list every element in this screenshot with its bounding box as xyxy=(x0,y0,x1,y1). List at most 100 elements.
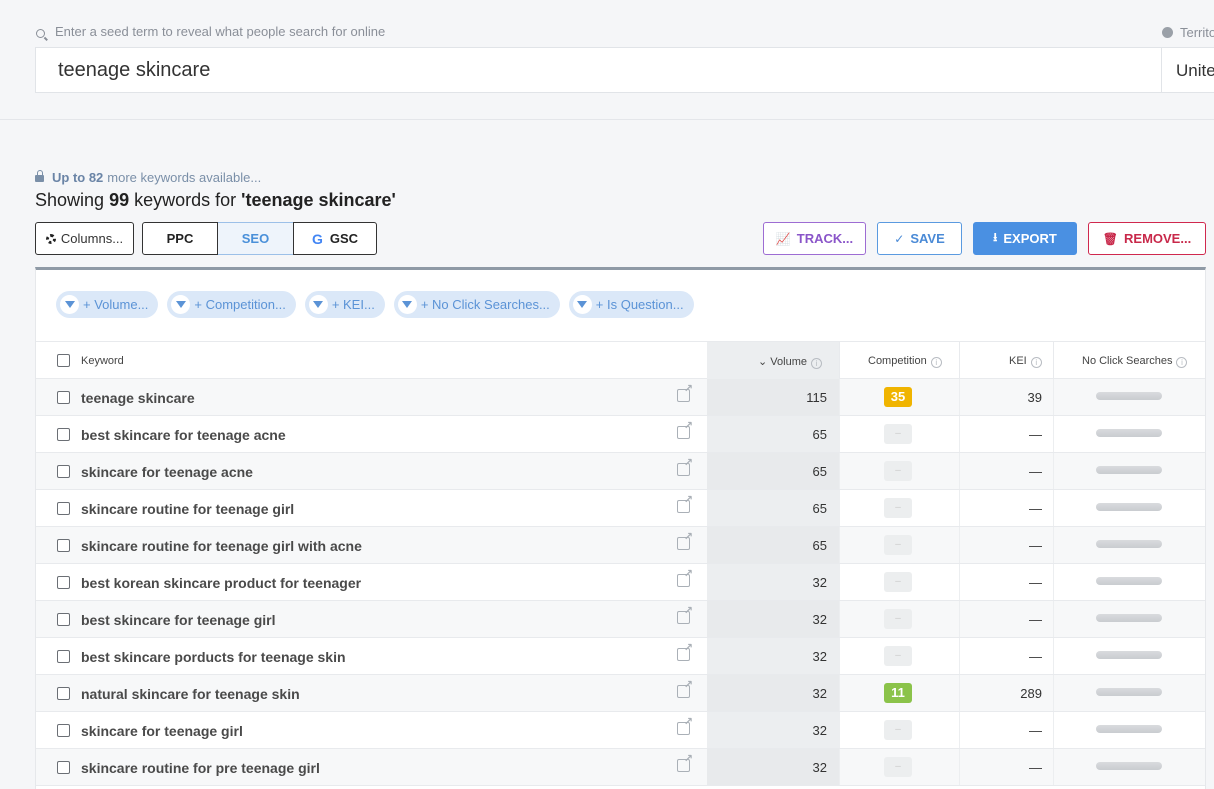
export-button[interactable]: ⭳ EXPORT xyxy=(973,222,1077,255)
kei-value: 289 xyxy=(1020,686,1042,701)
column-separator xyxy=(959,638,960,674)
filter-no-click-searches[interactable]: + No Click Searches... xyxy=(393,291,560,318)
kei-value: — xyxy=(1029,427,1042,442)
save-label: SAVE xyxy=(910,231,945,246)
no-click-searches-bar xyxy=(1096,429,1162,437)
keyword-text[interactable]: best skincare porducts for teenage skin xyxy=(81,649,346,665)
keyword-text[interactable]: best korean skincare product for teenage… xyxy=(81,575,361,591)
tab-gsc[interactable]: G GSC xyxy=(293,222,377,255)
external-link-icon[interactable] xyxy=(677,752,693,772)
external-link-icon[interactable] xyxy=(677,604,693,624)
filter-label: + No Click Searches... xyxy=(420,297,550,312)
track-label: TRACK... xyxy=(796,231,854,246)
column-separator xyxy=(839,712,840,748)
more-keywords-available[interactable]: Up to 82 more keywords available... xyxy=(35,170,261,185)
filter-label: + Is Question... xyxy=(595,297,684,312)
volume-value: 32 xyxy=(812,723,827,738)
header-no-click-searches[interactable]: No Click Searches i xyxy=(1082,355,1188,368)
header-keyword[interactable]: Keyword xyxy=(81,355,124,367)
more-text: more keywords available... xyxy=(107,170,262,185)
table-row[interactable]: best skincare porducts for teenage skin … xyxy=(36,638,1205,675)
column-separator xyxy=(959,749,960,785)
seed-term-input[interactable] xyxy=(35,47,1162,93)
competition-badge: – xyxy=(884,572,912,592)
table-row[interactable]: skincare for teenage girl 32 – — xyxy=(36,712,1205,749)
filter-kei[interactable]: + KEI... xyxy=(304,291,385,318)
table-row[interactable]: skincare routine for teenage girl 65 – — xyxy=(36,490,1205,527)
competition-badge: – xyxy=(884,498,912,518)
table-row[interactable]: best korean skincare product for teenage… xyxy=(36,564,1205,601)
header-kei[interactable]: KEI i xyxy=(1009,355,1042,368)
row-checkbox[interactable] xyxy=(57,761,70,774)
table-row[interactable]: best skincare for teenage girl 32 – — xyxy=(36,601,1205,638)
external-link-icon[interactable] xyxy=(677,641,693,661)
row-checkbox[interactable] xyxy=(57,576,70,589)
kei-value: — xyxy=(1029,501,1042,516)
row-checkbox[interactable] xyxy=(57,502,70,515)
keyword-text[interactable]: skincare routine for teenage girl with a… xyxy=(81,538,362,554)
tab-ppc[interactable]: PPC xyxy=(142,222,218,255)
filter-competition[interactable]: + Competition... xyxy=(167,291,296,318)
table-row[interactable]: skincare for teenage acne 65 – — xyxy=(36,453,1205,490)
header-volume[interactable]: ⌄ Volume i xyxy=(758,355,822,369)
header-competition[interactable]: Competition i xyxy=(868,355,942,368)
remove-button[interactable]: 🗑 REMOVE... xyxy=(1088,222,1206,255)
keyword-text[interactable]: natural skincare for teenage skin xyxy=(81,686,300,702)
table-row[interactable]: skincare routine for teenage girl with a… xyxy=(36,527,1205,564)
divider xyxy=(0,119,1214,120)
no-click-searches-bar xyxy=(1096,762,1162,770)
row-checkbox[interactable] xyxy=(57,428,70,441)
table-row[interactable]: natural skincare for teenage skin 32 11 … xyxy=(36,675,1205,712)
select-all-checkbox[interactable] xyxy=(57,354,70,367)
column-separator xyxy=(959,453,960,489)
save-button[interactable]: ✓ SAVE xyxy=(877,222,962,255)
external-link-icon[interactable] xyxy=(677,493,693,513)
column-separator xyxy=(839,638,840,674)
territory-select[interactable]: United States xyxy=(1161,47,1214,93)
filter-is-question[interactable]: + Is Question... xyxy=(568,291,694,318)
volume-value: 32 xyxy=(812,760,827,775)
keyword-text[interactable]: teenage skincare xyxy=(81,390,195,406)
row-checkbox[interactable] xyxy=(57,650,70,663)
table-row[interactable]: teenage skincare 115 35 39 xyxy=(36,379,1205,416)
filter-volume[interactable]: + Volume... xyxy=(56,291,159,318)
keyword-text[interactable]: best skincare for teenage girl xyxy=(81,612,276,628)
kei-value: — xyxy=(1029,760,1042,775)
kei-value: 39 xyxy=(1027,390,1042,405)
keyword-text[interactable]: best skincare for teenage acne xyxy=(81,427,286,443)
external-link-icon[interactable] xyxy=(677,530,693,550)
external-link-icon[interactable] xyxy=(677,419,693,439)
track-button[interactable]: 📈 TRACK... xyxy=(763,222,866,255)
external-link-icon[interactable] xyxy=(677,382,693,402)
table-row[interactable]: best skincare for teenage acne 65 – — xyxy=(36,416,1205,453)
row-checkbox[interactable] xyxy=(57,465,70,478)
row-checkbox[interactable] xyxy=(57,613,70,626)
keyword-text[interactable]: skincare for teenage girl xyxy=(81,723,243,739)
external-link-icon[interactable] xyxy=(677,456,693,476)
column-separator xyxy=(1053,416,1054,452)
volume-value: 65 xyxy=(812,464,827,479)
volume-value: 65 xyxy=(812,538,827,553)
table-row[interactable]: skincare routine for pre teenage girl 32… xyxy=(36,749,1205,786)
keyword-text[interactable]: skincare for teenage acne xyxy=(81,464,253,480)
row-checkbox[interactable] xyxy=(57,724,70,737)
columns-button[interactable]: Columns... xyxy=(35,222,134,255)
row-checkbox[interactable] xyxy=(57,687,70,700)
filter-icon xyxy=(572,295,592,314)
external-link-icon[interactable] xyxy=(677,678,693,698)
row-checkbox[interactable] xyxy=(57,539,70,552)
external-link-icon[interactable] xyxy=(677,715,693,735)
keyword-text[interactable]: skincare routine for pre teenage girl xyxy=(81,760,320,776)
filter-label: + Competition... xyxy=(194,297,286,312)
external-link-icon[interactable] xyxy=(677,567,693,587)
competition-badge: – xyxy=(884,424,912,444)
keyword-text[interactable]: skincare routine for teenage girl xyxy=(81,501,294,517)
tab-seo[interactable]: SEO xyxy=(218,222,293,255)
filter-icon xyxy=(171,295,191,314)
header-kei-label: KEI xyxy=(1009,355,1027,367)
row-checkbox[interactable] xyxy=(57,391,70,404)
competition-badge: 35 xyxy=(884,387,912,407)
filter-label: + Volume... xyxy=(83,297,149,312)
volume-value: 115 xyxy=(806,390,827,405)
filter-chips: + Volume... + Competition... + KEI... + … xyxy=(56,291,694,318)
